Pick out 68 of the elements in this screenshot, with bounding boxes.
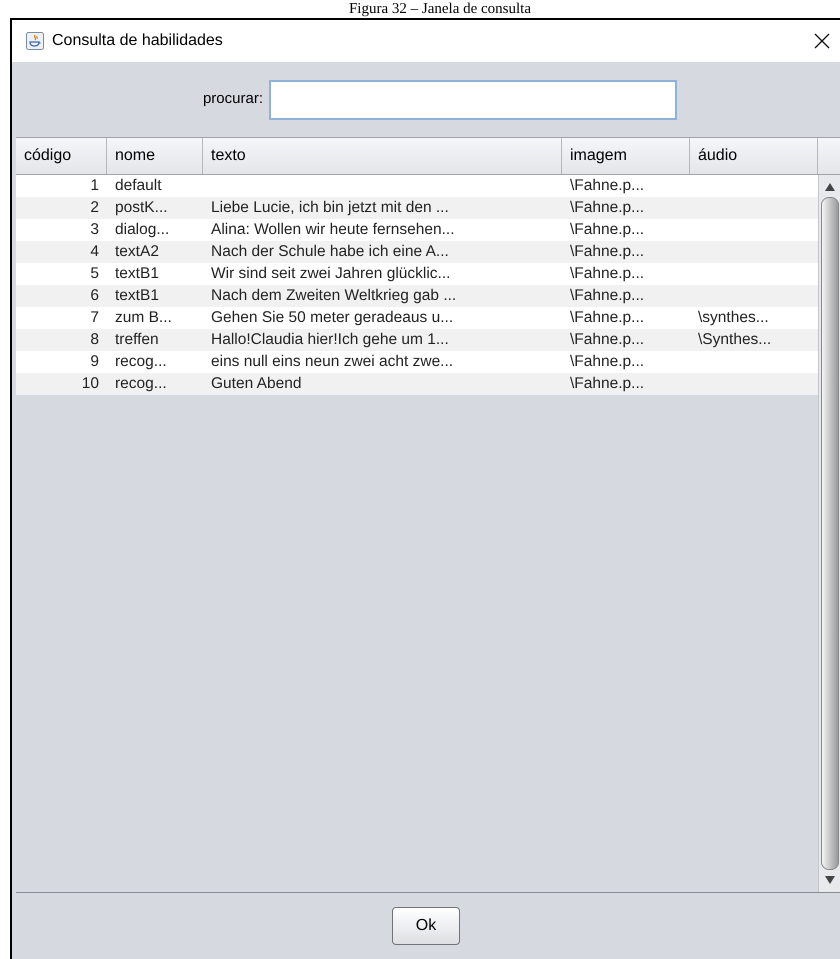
- header-filler: [818, 138, 840, 174]
- table-cell-text: treffen: [115, 330, 159, 350]
- scrollbar[interactable]: [818, 175, 840, 892]
- table-cell-text: default: [115, 176, 162, 196]
- table-cell-text: Gehen Sie 50 meter geradeaus u...: [211, 308, 454, 328]
- table-cell-text: Liebe Lucie, ich bin jetzt mit den ...: [211, 198, 449, 218]
- table-cell-text: 7: [90, 308, 99, 328]
- table-row[interactable]: 4 textA2 Nach der Schule habe ich eine A... \Fahne.p...: [16, 241, 818, 263]
- table-row[interactable]: 8 treffen Hallo!Claudia hier!Ich gehe um 1... \Fahne.p... \Synthes...: [16, 329, 818, 351]
- java-cup-icon: [26, 32, 44, 50]
- table-row[interactable]: 3 dialog... Alina: Wollen wir heute fernsehen... \Fahne.p...: [16, 219, 818, 241]
- table-cell-text: \Fahne.p...: [570, 220, 644, 240]
- table-cell-text: recog...: [115, 374, 167, 394]
- table-row[interactable]: 5 textB1 Wir sind seit zwei Jahren glücklic... \Fahne.p...: [16, 263, 818, 285]
- table-cell-text: 5: [90, 264, 99, 284]
- table-cell-text: \Synthes...: [698, 330, 772, 350]
- table-cell-text: \Fahne.p...: [570, 330, 644, 350]
- column-header[interactable]: nome: [107, 138, 203, 174]
- table-cell-text: postK...: [115, 198, 168, 218]
- table-cell-text: textA2: [115, 242, 159, 262]
- table-row[interactable]: 6 textB1 Nach dem Zweiten Weltkrieg gab ... \Fahne.p...: [16, 285, 818, 307]
- table-row[interactable]: 10 recog... Guten Abend \Fahne.p...: [16, 373, 818, 395]
- table-cell-text: textB1: [115, 264, 159, 284]
- table-cell-text: Hallo!Claudia hier!Ich gehe um 1...: [211, 330, 449, 350]
- table-row[interactable]: 7 zum B... Gehen Sie 50 meter geradeaus u... \Fahne.p... \synthes...: [16, 307, 818, 329]
- table-cell-text: 4: [90, 242, 99, 262]
- scroll-up-arrow-icon[interactable]: [824, 183, 834, 191]
- table-row[interactable]: 2 postK... Liebe Lucie, ich bin jetzt mit den ... \Fahne.p...: [16, 197, 818, 219]
- table-cell-text: 3: [90, 220, 99, 240]
- column-header[interactable]: áudio: [690, 138, 818, 174]
- table-cell-text: \Fahne.p...: [570, 242, 644, 262]
- column-header[interactable]: texto: [203, 138, 562, 174]
- scroll-thumb[interactable]: [820, 197, 838, 870]
- table-cell-text: 8: [90, 330, 99, 350]
- table-cell-text: 1: [90, 176, 99, 196]
- table-cell-text: \Fahne.p...: [570, 198, 644, 218]
- search-label: procurar:: [202, 89, 264, 110]
- table-row[interactable]: 1 default \Fahne.p...: [16, 175, 818, 197]
- table-cell-text: \synthes...: [698, 308, 769, 328]
- window-title: Consulta de habilidades: [52, 31, 223, 51]
- search-field[interactable]: [269, 80, 677, 120]
- figure-caption: Figura 32 – Janela de consulta: [348, 1, 532, 18]
- ok-button[interactable]: Ok: [392, 907, 460, 945]
- table-cell-text: 9: [90, 352, 99, 372]
- table-cell-text: Wir sind seit zwei Jahren glücklic...: [211, 264, 450, 284]
- table-cell-text: zum B...: [115, 308, 172, 328]
- close-icon[interactable]: [814, 33, 830, 49]
- table-cell-text: \Fahne.p...: [570, 308, 644, 328]
- table-cell-text: \Fahne.p...: [570, 176, 644, 196]
- table-cell-text: textB1: [115, 286, 159, 306]
- table-cell-text: \Fahne.p...: [570, 286, 644, 306]
- table-cell-text: \Fahne.p...: [570, 352, 644, 372]
- scroll-down-arrow-icon[interactable]: [824, 876, 834, 884]
- column-header[interactable]: imagem: [562, 138, 690, 174]
- table-cell-text: recog...: [115, 352, 167, 372]
- table-cell-text: \Fahne.p...: [570, 264, 644, 284]
- table-cell-text: 10: [82, 374, 99, 394]
- table-cell-text: Guten Abend: [211, 374, 302, 394]
- table-cell-text: Nach dem Zweiten Weltkrieg gab ...: [211, 286, 456, 306]
- table-cell-text: dialog...: [115, 220, 170, 240]
- table-cell-text: 6: [90, 286, 99, 306]
- table-cell-text: eins null eins neun zwei acht zwe...: [211, 352, 454, 372]
- table-cell-text: \Fahne.p...: [570, 374, 644, 394]
- column-header[interactable]: código: [16, 138, 107, 174]
- table-cell-text: Alina: Wollen wir heute fernsehen...: [211, 220, 455, 240]
- table-cell-text: 2: [90, 198, 99, 218]
- table-cell-text: Nach der Schule habe ich eine A...: [211, 242, 449, 262]
- table-row[interactable]: 9 recog... eins null eins neun zwei acht zwe... \Fahne.p...: [16, 351, 818, 373]
